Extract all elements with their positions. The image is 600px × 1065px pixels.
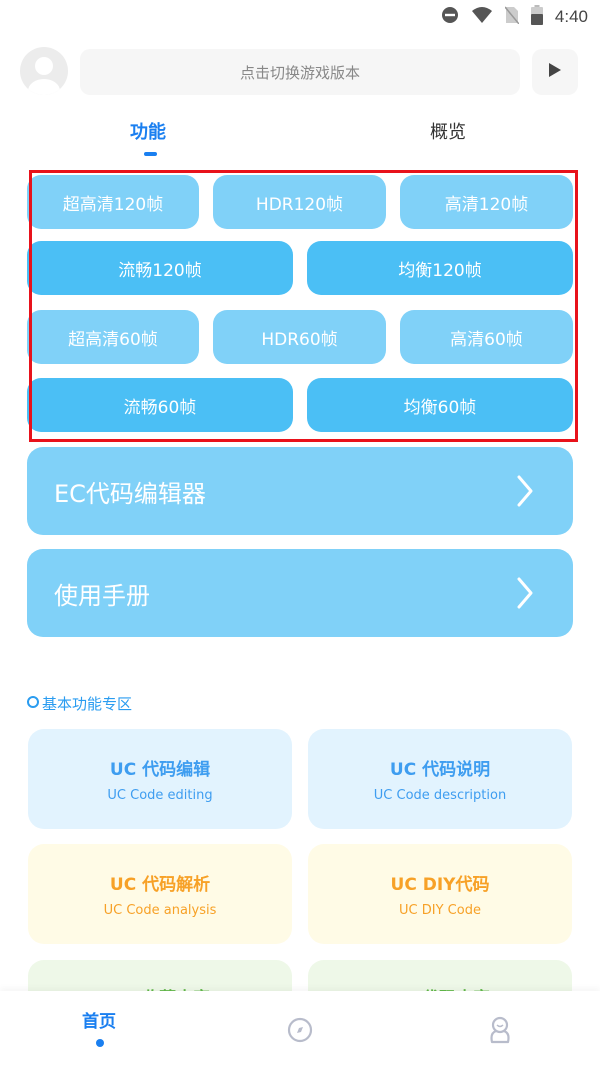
nav-home[interactable]: 首页: [82, 1007, 116, 1032]
feature-subtitle: UC Code analysis: [103, 903, 217, 918]
feature-title: UC DIY代码: [390, 875, 490, 895]
feature-subtitle: UC Code description: [373, 788, 507, 803]
chevron-right-icon: [517, 475, 533, 513]
play-icon: [548, 62, 562, 82]
section-title: 基本功能专区: [26, 693, 132, 714]
feature-card-uc-code-description[interactable]: UC 代码说明 UC Code description: [308, 729, 572, 829]
tab-features[interactable]: 功能: [130, 118, 166, 144]
play-button[interactable]: [532, 49, 578, 95]
card-label: EC代码编辑器: [54, 479, 206, 508]
battery-icon: [530, 5, 543, 29]
section-title-text: 基本功能专区: [42, 695, 133, 713]
feature-title: UC 代码说明: [389, 760, 491, 780]
user-avatar-icon[interactable]: [20, 47, 68, 95]
compass-icon: [287, 1017, 313, 1047]
feature-card-uc-code-analysis[interactable]: UC 代码解析 UC Code analysis: [28, 844, 292, 944]
no-sim-icon: [504, 6, 520, 28]
profile-icon: [487, 1016, 513, 1048]
ec-code-editor-card[interactable]: EC代码编辑器: [27, 447, 573, 535]
feature-title: UC 代码编辑: [109, 760, 211, 780]
circle-icon: [26, 695, 40, 713]
feature-subtitle: UC Code editing: [107, 788, 213, 803]
user-manual-card[interactable]: 使用手册: [27, 549, 573, 637]
feature-card-uc-diy-code[interactable]: UC DIY代码 UC DIY Code: [308, 844, 572, 944]
highlight-box: [29, 170, 578, 442]
bottom-nav: 首页: [0, 991, 600, 1065]
nav-profile[interactable]: [487, 1016, 513, 1048]
do-not-disturb-icon: [441, 6, 459, 28]
nav-discover[interactable]: [287, 1017, 313, 1047]
tab-bar: 功能 概览: [0, 118, 600, 158]
feature-card-uc-code-editing[interactable]: UC 代码编辑 UC Code editing: [28, 729, 292, 829]
status-bar: 4:40: [0, 0, 600, 34]
clock: 4:40: [554, 7, 588, 26]
feature-title: UC 代码解析: [109, 875, 211, 895]
top-bar: 点击切换游戏版本: [20, 47, 580, 97]
feature-subtitle: UC DIY Code: [399, 903, 481, 918]
chevron-right-icon: [517, 577, 533, 615]
game-version-switch[interactable]: 点击切换游戏版本: [80, 49, 520, 95]
wifi-icon: [471, 6, 493, 28]
card-label: 使用手册: [54, 581, 150, 610]
tab-indicator: [144, 152, 157, 156]
nav-active-dot: [96, 1039, 104, 1047]
tab-overview[interactable]: 概览: [430, 118, 466, 144]
